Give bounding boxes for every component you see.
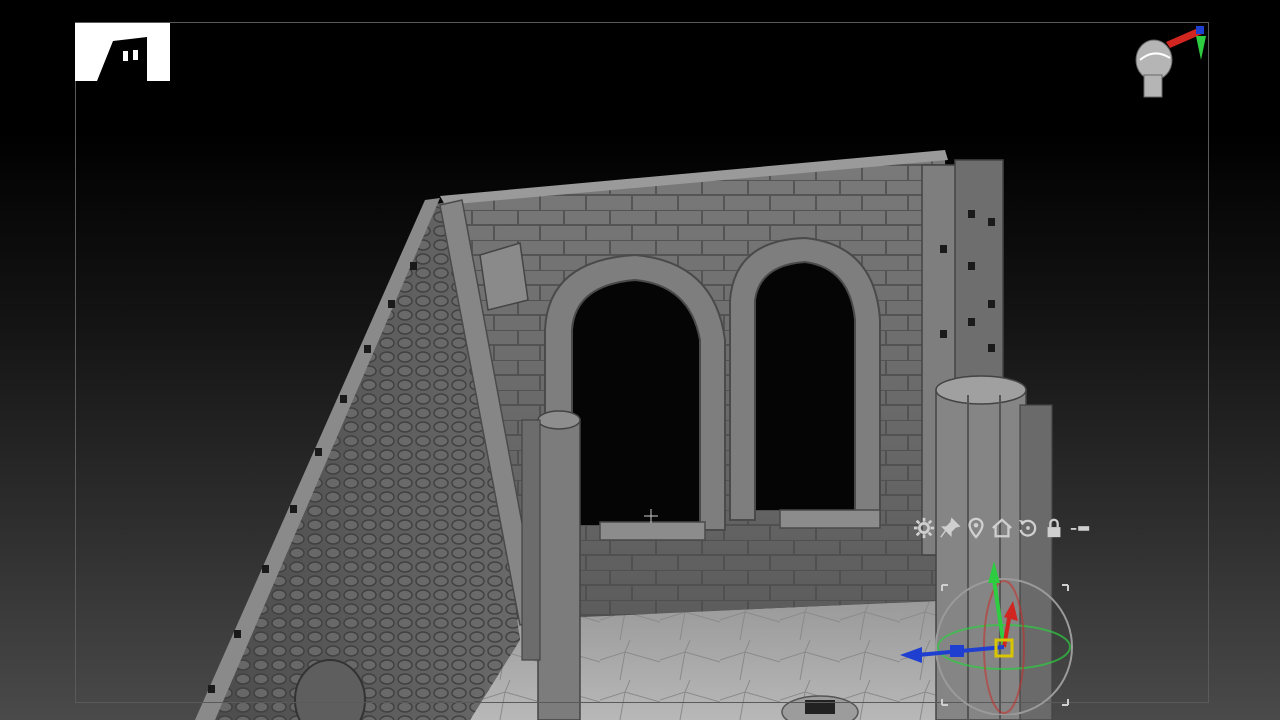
- home-icon[interactable]: [990, 515, 1014, 541]
- cursor-crosshair-icon: [644, 509, 658, 523]
- lock-icon[interactable]: [1042, 515, 1066, 541]
- location-pin-icon[interactable]: [964, 515, 988, 541]
- gizmo-toolbar: [912, 514, 1092, 542]
- viewport-canvas[interactable]: [0, 0, 1280, 720]
- axis-orientation-head-icon[interactable]: [1126, 20, 1216, 105]
- line-icon[interactable]: [1068, 515, 1092, 541]
- gear-icon[interactable]: [912, 515, 936, 541]
- logo: [75, 23, 170, 81]
- pin-icon[interactable]: [938, 515, 962, 541]
- reset-icon[interactable]: [1016, 515, 1040, 541]
- transform-gizmo[interactable]: [898, 555, 1078, 715]
